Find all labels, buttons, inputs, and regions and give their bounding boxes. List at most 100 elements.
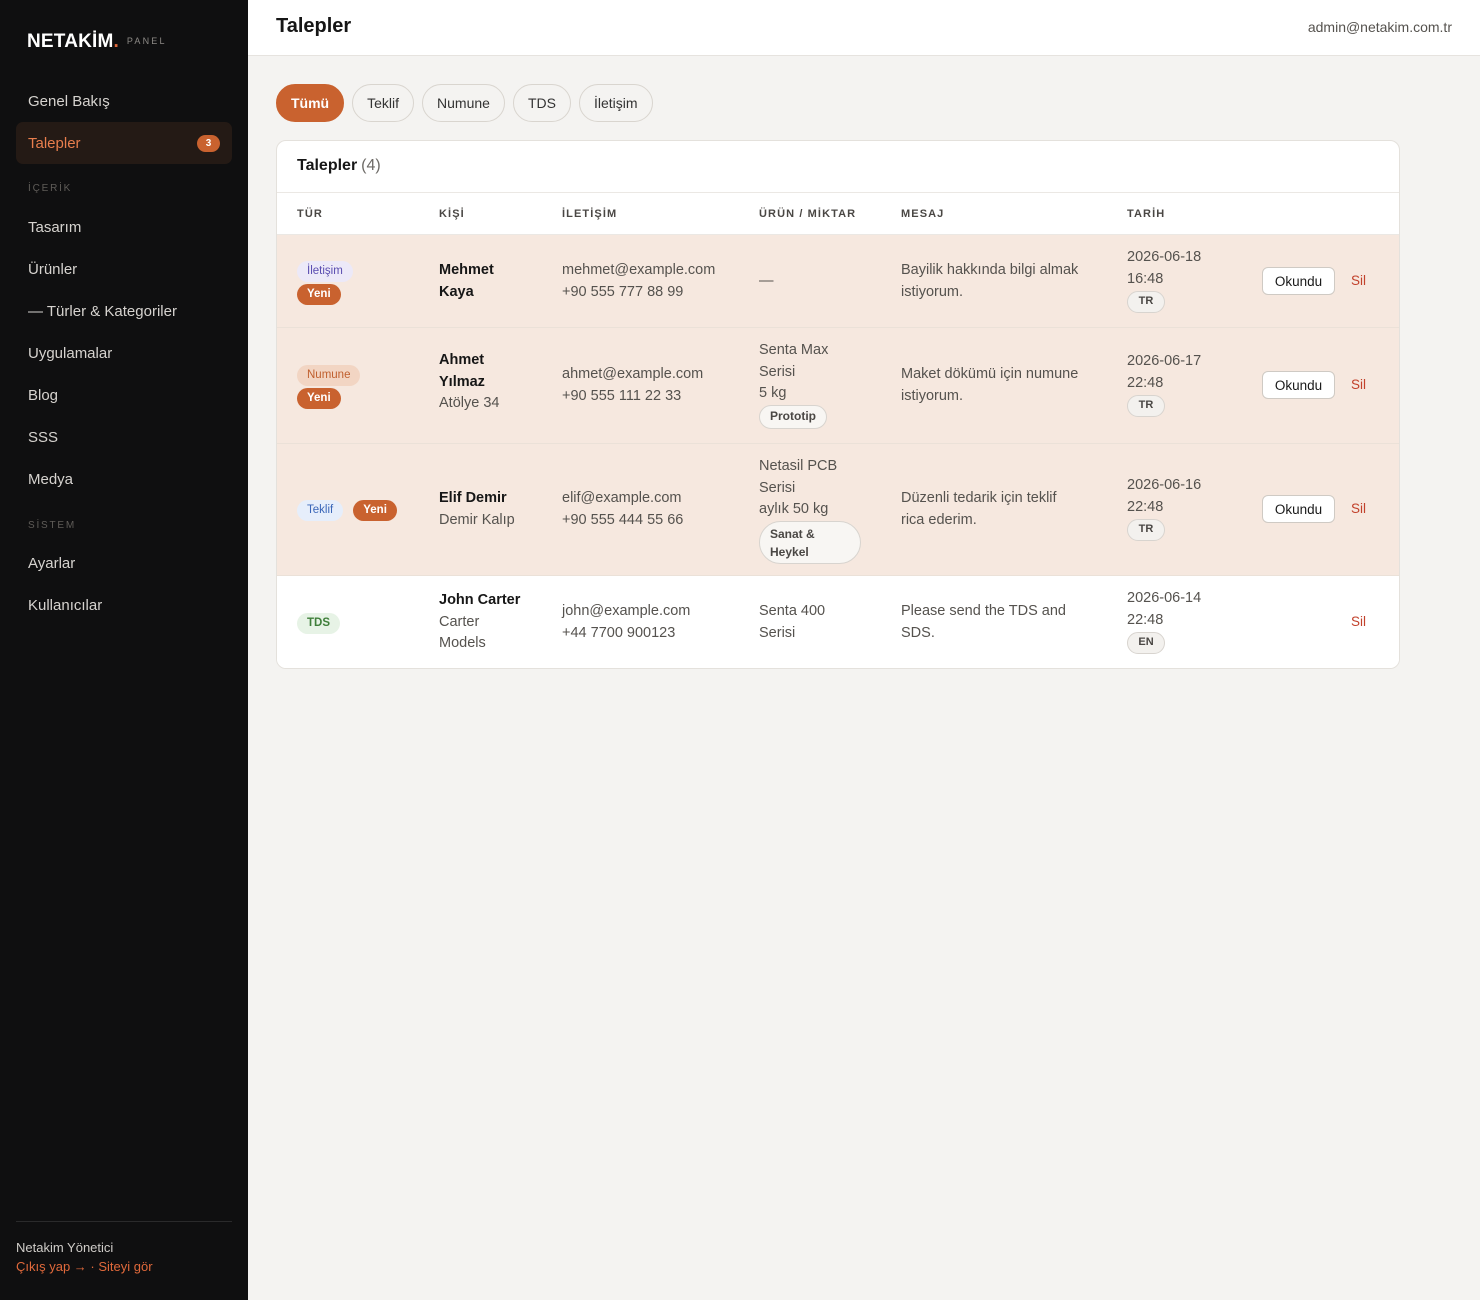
sidebar-item-label: SSS	[28, 428, 59, 446]
sidebar-item-tasarim[interactable]: Tasarım	[16, 206, 232, 248]
sidebar-item-turler-kategoriler[interactable]: — Türler & Kategoriler	[16, 290, 232, 332]
product-empty: —	[759, 273, 774, 289]
person-name: Elif Demir	[439, 490, 507, 506]
person-name-line-1: Ahmet	[439, 352, 485, 368]
column-header-urun-miktar[interactable]: ÜRÜN / MİKTAR	[759, 208, 856, 220]
contact-phone[interactable]: +44 7700 900123	[562, 623, 690, 645]
language-badge: TR	[1127, 518, 1165, 541]
usage-chip-line-1: Sanat &	[770, 526, 815, 541]
person-cell: John Carter Carter Models	[439, 590, 520, 655]
sidebar-item-talepler[interactable]: Talepler 3	[16, 122, 232, 164]
sidebar-item-kullanicilar[interactable]: Kullanıcılar	[16, 584, 232, 626]
logout-link[interactable]: Çıkış yap →	[16, 1259, 87, 1274]
table-title-text: Talepler	[297, 157, 358, 174]
view-site-link[interactable]: Siteyi gör	[98, 1259, 152, 1274]
product-name-line-2: Serisi	[759, 624, 796, 641]
contact-email[interactable]: ahmet@example.com	[562, 364, 703, 386]
date-cell: 2026-06-14 22:48 EN	[1127, 588, 1201, 654]
sidebar-item-sss[interactable]: SSS	[16, 416, 232, 458]
sidebar-item-label: Ürünler	[28, 260, 78, 278]
table-row[interactable]: Teklif Yeni Elif Demir Demir Kalıp elif@…	[277, 444, 1399, 576]
unread-count-badge: 3	[197, 135, 220, 152]
filter-tab-iletisim[interactable]: İletişim	[578, 84, 653, 122]
contact-email[interactable]: john@example.com	[562, 601, 690, 623]
page-title: Talepler	[276, 15, 352, 37]
message-line-2: istiyorum.	[901, 283, 964, 300]
mark-read-button[interactable]: Okundu	[1262, 267, 1335, 295]
filter-tab-tds[interactable]: TDS	[512, 84, 571, 122]
sidebar-item-genel-bakis[interactable]: Genel Bakış	[16, 80, 232, 122]
person-company-line-1: Carter	[439, 613, 480, 630]
filter-tab-teklif[interactable]: Teklif	[352, 84, 415, 122]
person-cell: Elif Demir Demir Kalıp	[439, 488, 515, 531]
mark-read-button[interactable]: Okundu	[1262, 495, 1335, 523]
contact-email[interactable]: mehmet@example.com	[562, 260, 715, 282]
date-value: 2026-06-18	[1127, 249, 1202, 265]
date-value: 2026-06-16	[1127, 477, 1202, 493]
column-header-mesaj[interactable]: MESAJ	[901, 208, 944, 220]
message-cell: Please send the TDS and SDS.	[901, 601, 1066, 644]
contact-phone[interactable]: +90 555 111 22 33	[562, 386, 703, 408]
message-line-2: SDS.	[901, 624, 935, 641]
link-separator: ·	[86, 1259, 99, 1274]
column-header-kisi[interactable]: KİŞİ	[439, 208, 465, 220]
product-name-line-1: Netasil PCB	[759, 458, 838, 474]
time-value: 22:48	[1127, 498, 1164, 515]
person-cell: Ahmet Yılmaz Atölye 34	[439, 350, 499, 415]
table-row[interactable]: TDS John Carter Carter Models john@examp…	[277, 576, 1399, 668]
message-line-1: Bayilik hakkında bilgi almak	[901, 262, 1079, 278]
language-badge: TR	[1127, 290, 1165, 313]
filter-tab-tumu[interactable]: Tümü	[276, 84, 345, 122]
message-cell: Bayilik hakkında bilgi almak istiyorum.	[901, 260, 1078, 303]
product-cell: —	[759, 271, 774, 293]
table-header: TÜR KİŞİ İLETİŞİM ÜRÜN / MİKTAR MESAJ TA…	[277, 192, 1399, 235]
sidebar-divider	[16, 1221, 232, 1222]
sidebar-item-medya[interactable]: Medya	[16, 458, 232, 500]
filter-tab-numune[interactable]: Numune	[422, 84, 505, 122]
person-name-line-1: Mehmet	[439, 262, 494, 278]
sidebar-item-uygulamalar[interactable]: Uygulamalar	[16, 332, 232, 374]
sidebar-item-urunler[interactable]: Ürünler	[16, 248, 232, 290]
language-badge: EN	[1127, 631, 1165, 654]
time-value: 22:48	[1127, 611, 1164, 628]
table-row[interactable]: Numune Yeni Ahmet Yılmaz Atölye 34 ahmet…	[277, 328, 1399, 444]
product-quantity: aylık 50 kg	[759, 501, 829, 517]
message-line-1: Please send the TDS and	[901, 603, 1066, 619]
mark-read-button[interactable]: Okundu	[1262, 371, 1335, 399]
contact-phone[interactable]: +90 555 777 88 99	[562, 282, 715, 304]
sidebar-item-label: Ayarlar	[28, 554, 76, 572]
type-cell: TDS	[297, 612, 340, 635]
delete-button[interactable]: Sil	[1351, 614, 1366, 629]
table-row[interactable]: İletişim Yeni Mehmet Kaya mehmet@example…	[277, 235, 1399, 328]
column-header-tarih[interactable]: TARİH	[1127, 208, 1165, 220]
sidebar: NETAKİM. PANEL Genel Bakış Talepler 3 İÇ…	[0, 0, 248, 1300]
product-name-line-2: Serisi	[759, 479, 796, 496]
header-user-email[interactable]: admin@netakim.com.tr	[1308, 19, 1452, 35]
sidebar-footer-links: Çıkış yap → · Siteyi gör	[16, 1259, 153, 1274]
time-value: 16:48	[1127, 270, 1164, 287]
contact-phone[interactable]: +90 555 444 55 66	[562, 510, 683, 532]
message-line-1: Düzenli tedarik için teklif	[901, 490, 1057, 506]
column-header-tur[interactable]: TÜR	[297, 208, 323, 220]
delete-button[interactable]: Sil	[1351, 273, 1366, 288]
column-header-iletisim[interactable]: İLETİŞİM	[562, 208, 617, 220]
brand-logo[interactable]: NETAKİM. PANEL	[27, 31, 167, 53]
person-company: Demir Kalıp	[439, 511, 515, 528]
contact-email[interactable]: elif@example.com	[562, 488, 683, 510]
person-company: Atölye 34	[439, 395, 500, 411]
sidebar-item-label: Kullanıcılar	[28, 596, 103, 614]
section-heading-icerik: İÇERİK	[28, 183, 73, 194]
product-cell: Senta 400 Serisi	[759, 601, 825, 644]
type-cell: İletişim Yeni	[297, 259, 353, 305]
delete-button[interactable]: Sil	[1351, 501, 1366, 516]
table-title: Talepler (4)	[297, 157, 381, 175]
usage-chip-line-2: Heykel	[770, 544, 809, 559]
person-company-line-2: Models	[439, 635, 486, 651]
date-cell: 2026-06-18 16:48 TR	[1127, 247, 1201, 313]
table-count: (4)	[361, 157, 381, 174]
sidebar-item-blog[interactable]: Blog	[16, 374, 232, 416]
delete-button[interactable]: Sil	[1351, 377, 1366, 392]
sidebar-item-ayarlar[interactable]: Ayarlar	[16, 542, 232, 584]
date-value: 2026-06-17	[1127, 353, 1202, 369]
sidebar-item-label: — Türler & Kategoriler	[28, 302, 177, 320]
